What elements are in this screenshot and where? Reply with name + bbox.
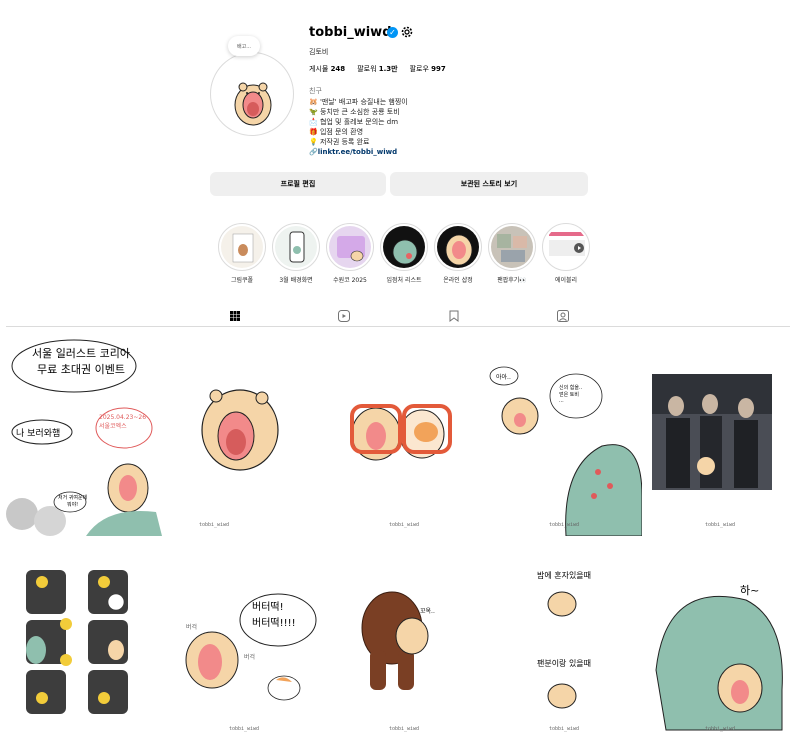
profile-bio: 친구 🐹 '맨날' 배고파 승질내는 햄찡이 🦖 둥치만 큰 소심한 공룡 토비… bbox=[309, 86, 408, 157]
stat-followers[interactable]: 팔로워 1.3만 bbox=[357, 64, 397, 74]
highlight-item[interactable]: 입점처 리스트 bbox=[380, 223, 428, 284]
post-speech: 버터떡! 버터떡!!!! bbox=[252, 602, 296, 629]
post-speech: 신의 힘을.. 얻은 토비 ... bbox=[559, 385, 583, 404]
post-tile[interactable] bbox=[6, 540, 162, 740]
post-tile[interactable]: tobbi_wiwd bbox=[646, 336, 794, 536]
view-archive-button[interactable]: 보관된 스토리 보기 bbox=[390, 172, 588, 196]
post-watermark: tobbi_wiwd bbox=[704, 522, 736, 528]
post-tile[interactable]: 아아.. 신의 힘을.. 얻은 토비 ... tobbi_wiwd bbox=[486, 336, 642, 536]
verified-badge-icon: ✓ bbox=[387, 27, 398, 38]
tab-tagged[interactable] bbox=[545, 305, 581, 327]
profile-stats: 게시물 248 팔로워 1.3만 팔로우 997 bbox=[309, 64, 446, 74]
tab-divider bbox=[6, 326, 790, 327]
highlight-thumbnail bbox=[289, 231, 305, 263]
post-watermark: tobbi_wiwd bbox=[388, 726, 420, 732]
highlight-item[interactable]: 온라인 샵정 bbox=[434, 223, 482, 284]
profile-note[interactable]: 배고... bbox=[228, 36, 260, 56]
bio-line: 🐹 '맨날' 배고파 승질내는 햄찡이 bbox=[309, 98, 408, 106]
tagged-person-icon bbox=[557, 310, 569, 322]
post-watermark: tobbi_wiwd bbox=[198, 522, 230, 528]
tab-saved[interactable] bbox=[436, 305, 472, 327]
post-caption-date: 2025.04.23~26 서울코엑스 bbox=[99, 414, 147, 430]
post-illustration bbox=[489, 366, 642, 536]
profile-avatar[interactable] bbox=[210, 52, 294, 136]
post-caption-speech: 저거 귀여운데 뭐야! bbox=[58, 495, 88, 508]
highlight-item[interactable]: 수원코 2025 bbox=[326, 223, 374, 284]
post-watermark: tobbi_wiwd bbox=[228, 726, 260, 732]
post-illustration bbox=[201, 389, 279, 471]
post-tile[interactable]: 꼬옥.. tobbi_wiwd bbox=[326, 540, 482, 740]
link-icon: 🔗 bbox=[309, 148, 318, 156]
post-caption-sub: 나 보러와햄 bbox=[16, 429, 61, 439]
bookmark-icon bbox=[449, 310, 459, 322]
highlight-thumbnail bbox=[549, 232, 585, 256]
post-illustration bbox=[350, 404, 452, 461]
post-sfx: 버걱 bbox=[186, 624, 198, 631]
grid-icon bbox=[230, 310, 240, 321]
profile-full-name: 김토비 bbox=[309, 48, 329, 56]
bio-line: 🦖 둥치만 큰 소심한 공룡 토비 bbox=[309, 108, 400, 116]
post-speech: 아아.. bbox=[496, 374, 511, 381]
post-speech: 하~ bbox=[740, 584, 760, 597]
stat-following[interactable]: 팔로우 997 bbox=[410, 64, 446, 74]
post-caption: 팬분이랑 있을때 bbox=[536, 659, 592, 668]
post-caption-title: 서울 일러스트 코리아 무료 초대권 이벤트 bbox=[31, 347, 131, 376]
highlight-item[interactable]: 3월 배경화면 bbox=[272, 223, 320, 284]
highlight-thumbnail bbox=[337, 236, 365, 262]
post-illustration bbox=[652, 374, 772, 490]
post-watermark: tobbi_wiwd bbox=[388, 522, 420, 528]
post-illustration bbox=[361, 591, 429, 690]
post-tile[interactable]: tobbi_wiwd bbox=[326, 336, 482, 536]
post-tile[interactable]: tobbi_wiwd bbox=[166, 336, 322, 536]
hamster-avatar-art bbox=[234, 82, 272, 126]
post-watermark: tobbi_wiwd bbox=[548, 726, 580, 732]
post-illustration bbox=[185, 593, 317, 701]
post-sfx: 버걱 bbox=[244, 654, 256, 661]
settings-gear-icon[interactable] bbox=[400, 25, 414, 39]
bio-category: 친구 bbox=[309, 87, 322, 95]
tab-reels[interactable] bbox=[326, 305, 362, 327]
highlight-item[interactable]: 팬팝후기👀 bbox=[488, 223, 536, 284]
highlight-thumbnail bbox=[232, 233, 254, 263]
stat-posts: 게시물 248 bbox=[309, 65, 346, 73]
edit-profile-button[interactable]: 프로필 편집 bbox=[210, 172, 386, 196]
bio-line: 🎁 입점 문의 환영 bbox=[309, 128, 364, 136]
post-watermark: tobbi_wiwd bbox=[704, 726, 736, 732]
post-tile[interactable]: 버터떡! 버터떡!!!! 버걱 버걱 tobbi_wiwd bbox=[166, 540, 322, 740]
highlight-item[interactable]: 그림쿠폴 bbox=[218, 223, 266, 284]
bio-link[interactable]: 🔗linktr.ee/tobbi_wiwd bbox=[309, 147, 408, 157]
post-tile[interactable]: 밤에 혼자있을때 팬분이랑 있을때 tobbi_wiwd bbox=[486, 540, 642, 740]
highlight-thumbnail bbox=[392, 239, 418, 265]
highlight-thumbnail bbox=[497, 234, 527, 262]
post-watermark: tobbi_wiwd bbox=[548, 522, 580, 528]
tab-posts[interactable] bbox=[217, 305, 253, 327]
reels-icon bbox=[338, 310, 350, 322]
post-illustration bbox=[655, 595, 783, 731]
bio-line: 📩 협업 및 홀레보 문의는 dm bbox=[309, 118, 399, 126]
highlight-item[interactable]: 에이블리 bbox=[542, 223, 590, 284]
profile-username: tobbi_wiwd bbox=[309, 25, 392, 40]
post-caption: 밤에 혼자있을때 bbox=[536, 571, 592, 580]
highlight-thumbnail bbox=[445, 234, 473, 266]
post-tile[interactable]: 서울 일러스트 코리아 무료 초대권 이벤트 나 보러와햄 2025.04.23… bbox=[6, 336, 162, 536]
post-illustration bbox=[26, 570, 128, 714]
post-tile[interactable]: 하~ tobbi_wiwd bbox=[646, 540, 794, 740]
post-speech: 꼬옥.. bbox=[420, 608, 435, 615]
bio-line: 💡 저작권 등록 완료 bbox=[309, 138, 370, 146]
